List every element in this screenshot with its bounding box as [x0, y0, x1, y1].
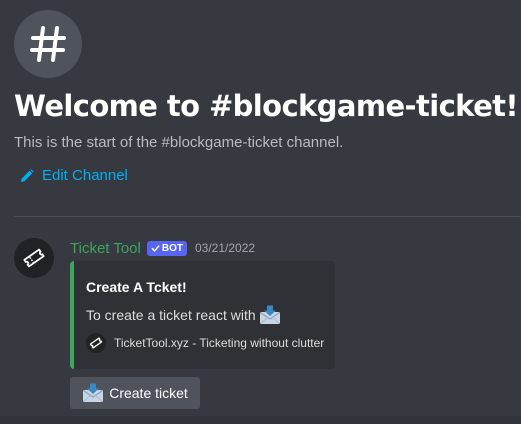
envelope-with-arrow-icon: [83, 383, 104, 402]
edit-channel-label: Edit Channel: [42, 167, 128, 184]
embed-title: Create A Tcket!: [86, 279, 187, 295]
username[interactable]: Ticket Tool: [70, 240, 141, 257]
chat-view: Welcome to #blockgame-ticket! This is th…: [0, 0, 521, 424]
timestamp: 03/21/2022: [194, 241, 256, 255]
bot-tag-label: BOT: [161, 242, 183, 254]
channel-avatar: [14, 10, 82, 78]
embed-description-text: To create a ticket react with: [86, 307, 256, 323]
welcome-subtitle: This is the start of the #blockgame-tick…: [14, 134, 344, 151]
envelope-with-arrow-icon: [259, 305, 280, 324]
embed-description: To create a ticket react with: [86, 305, 281, 325]
ticket-icon: [23, 248, 45, 268]
checkmark-icon: [151, 244, 160, 252]
message-header: Ticket Tool BOT 03/21/2022: [70, 238, 255, 258]
embed-footer: TicketTool.xyz - Ticketing without clutt…: [86, 333, 324, 353]
edit-channel-link[interactable]: Edit Channel: [20, 166, 128, 186]
bot-tag: BOT: [146, 240, 187, 256]
next-message-row: [0, 416, 521, 424]
pencil-icon: [21, 169, 34, 182]
footer-icon: [86, 333, 106, 353]
hash-icon: [30, 26, 66, 62]
create-ticket-label: Create ticket: [109, 385, 188, 401]
divider: [14, 216, 521, 217]
ticket-icon: [89, 337, 103, 349]
welcome-title: Welcome to #blockgame-ticket!: [14, 89, 519, 123]
create-ticket-button[interactable]: Create ticket: [70, 377, 200, 409]
avatar[interactable]: [14, 238, 54, 278]
embed: Create A Tcket! To create a ticket react…: [70, 261, 335, 369]
embed-footer-text: TicketTool.xyz - Ticketing without clutt…: [114, 336, 325, 350]
